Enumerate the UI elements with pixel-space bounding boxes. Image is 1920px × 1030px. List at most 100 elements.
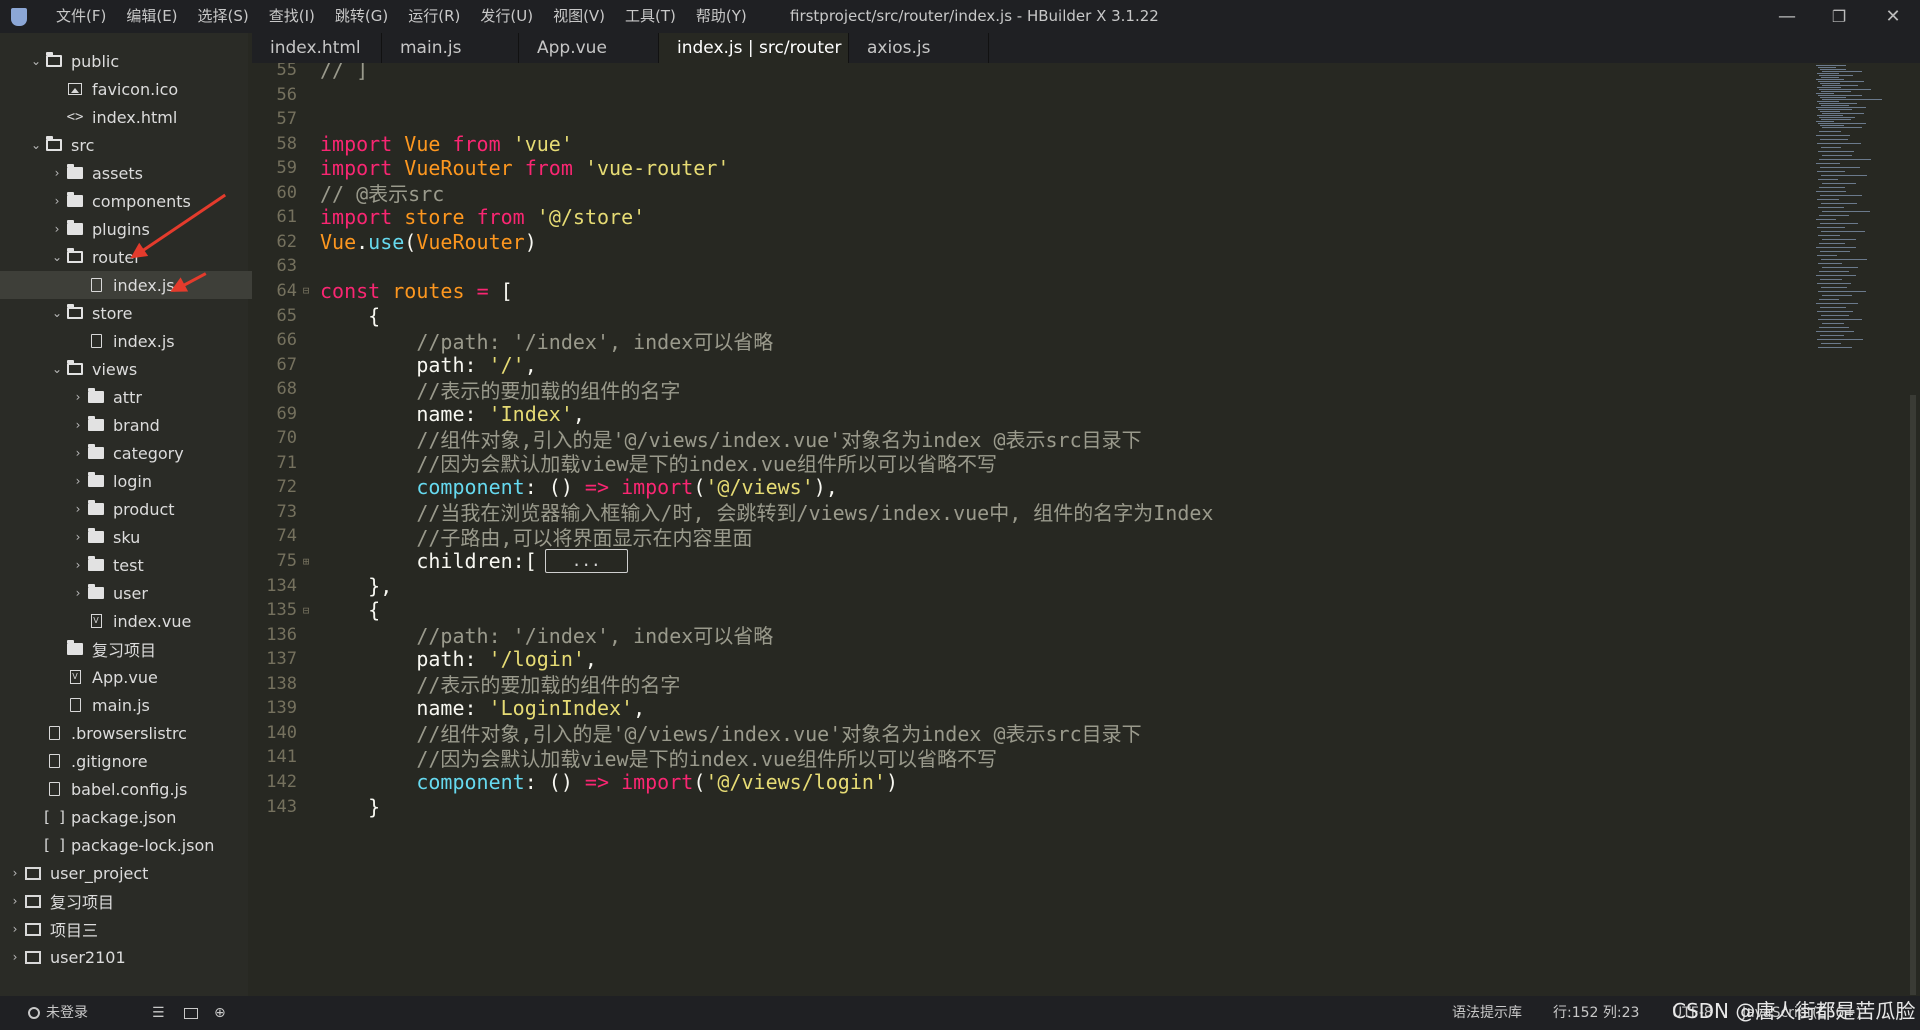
minimap-line bbox=[1820, 83, 1840, 84]
chevron-down-icon[interactable]: ⌄ bbox=[50, 362, 64, 376]
menu-item[interactable]: 视图(V) bbox=[543, 0, 615, 33]
minimap-line bbox=[1822, 183, 1856, 184]
minimap-line bbox=[1816, 93, 1834, 94]
minimap-line bbox=[1816, 79, 1844, 80]
syntax-hint-button[interactable]: 语法提示库 bbox=[1452, 996, 1522, 1030]
watermark: CSDN @唐人街都是苦瓜脸 bbox=[1672, 999, 1916, 1023]
code-text: { bbox=[320, 598, 381, 623]
minimap-line bbox=[1820, 69, 1846, 70]
tree-item[interactable]: babel.config.js bbox=[0, 775, 273, 803]
globe-icon[interactable]: ⊕ bbox=[214, 996, 226, 1030]
folder-shape bbox=[88, 472, 104, 487]
chevron-right-icon[interactable]: › bbox=[71, 530, 85, 544]
fold-toggle-icon[interactable]: ⊞ bbox=[297, 555, 315, 568]
tree-item[interactable]: › user_project bbox=[0, 859, 252, 887]
editor-tab[interactable]: index.js | src/router bbox=[659, 33, 849, 63]
chevron-right-icon[interactable]: › bbox=[71, 558, 85, 572]
cursor-position[interactable]: 行:152 列:23 bbox=[1553, 996, 1639, 1030]
chevron-right-icon[interactable]: › bbox=[50, 194, 64, 208]
tree-item[interactable]: › plugins bbox=[0, 215, 294, 243]
tree-item[interactable]: <> index.html bbox=[0, 103, 294, 131]
tree-item[interactable]: ⌄ public bbox=[0, 47, 273, 75]
chevron-right-icon[interactable]: › bbox=[50, 166, 64, 180]
line-number: 74 bbox=[276, 526, 297, 547]
code-line[interactable]: 143 } bbox=[252, 792, 1812, 822]
tree-item[interactable]: › user2101 bbox=[0, 943, 252, 971]
minimize-icon[interactable]: — bbox=[1762, 0, 1812, 33]
chevron-down-icon[interactable]: ⌄ bbox=[50, 306, 64, 320]
close-icon[interactable]: ✕ bbox=[1868, 0, 1918, 33]
menu-item[interactable]: 帮助(Y) bbox=[686, 0, 757, 33]
folded-code-placeholder[interactable]: ... bbox=[544, 549, 628, 573]
line-number: 60 bbox=[276, 182, 297, 203]
chevron-right-icon[interactable]: › bbox=[71, 586, 85, 600]
menu-item[interactable]: 编辑(E) bbox=[116, 0, 187, 33]
chevron-right-icon[interactable]: › bbox=[8, 922, 22, 936]
chevron-right-icon[interactable]: › bbox=[71, 446, 85, 460]
line-number: 58 bbox=[276, 133, 297, 154]
fold-toggle-icon[interactable]: ⊟ bbox=[297, 284, 315, 297]
minimap-line bbox=[1822, 323, 1844, 324]
tree-item[interactable]: ⌄ src bbox=[0, 131, 273, 159]
menu-item[interactable]: 查找(I) bbox=[259, 0, 325, 33]
tree-item[interactable]: 复习项目 bbox=[0, 635, 294, 663]
tree-item[interactable]: [ ] package.json bbox=[0, 803, 273, 831]
menu-item[interactable]: 选择(S) bbox=[188, 0, 259, 33]
fold-toggle-icon[interactable]: ⊟ bbox=[297, 604, 315, 617]
chevron-right-icon[interactable]: › bbox=[50, 222, 64, 236]
tree-item[interactable]: › 复习项目 bbox=[0, 887, 252, 915]
tree-item-label: user_project bbox=[50, 863, 149, 883]
folder-open-icon bbox=[43, 136, 65, 151]
list-icon[interactable]: ☰ bbox=[152, 996, 165, 1030]
minimap-line bbox=[1822, 211, 1870, 212]
menu-item[interactable]: 文件(F) bbox=[46, 0, 116, 33]
tree-item-label: main.js bbox=[92, 695, 150, 715]
tree-item[interactable]: [ ] package-lock.json bbox=[0, 831, 273, 859]
chevron-down-icon[interactable]: ⌄ bbox=[29, 138, 43, 152]
minimap-line bbox=[1820, 279, 1842, 280]
chevron-down-icon[interactable]: ⌄ bbox=[50, 250, 64, 264]
minimap-line bbox=[1819, 187, 1845, 188]
chevron-right-icon[interactable]: › bbox=[71, 418, 85, 432]
chevron-right-icon[interactable]: › bbox=[71, 474, 85, 488]
terminal-icon[interactable] bbox=[184, 996, 198, 1030]
tree-item[interactable]: main.js bbox=[0, 691, 294, 719]
minimap-line bbox=[1819, 103, 1857, 104]
tree-item[interactable]: favicon.ico bbox=[0, 75, 294, 103]
minimap-line bbox=[1820, 335, 1844, 336]
chevron-right-icon[interactable]: › bbox=[71, 390, 85, 404]
tree-item[interactable]: .gitignore bbox=[0, 747, 273, 775]
editor-tab[interactable]: index.html bbox=[252, 33, 382, 63]
code-editor[interactable]: 55// ] 56 57 58 import Vue from 'vue' 59 impor… bbox=[252, 63, 1812, 998]
chevron-right-icon[interactable]: › bbox=[8, 950, 22, 964]
editor-tab[interactable]: main.js bbox=[382, 33, 519, 63]
maximize-icon[interactable]: ❐ bbox=[1814, 0, 1864, 33]
folder-shape bbox=[67, 220, 83, 235]
chevron-right-icon[interactable]: › bbox=[8, 894, 22, 908]
minimap-line bbox=[1822, 99, 1882, 100]
tree-item[interactable]: › assets bbox=[0, 159, 294, 187]
menu-item[interactable]: 运行(R) bbox=[398, 0, 470, 33]
vertical-scrollbar[interactable] bbox=[1910, 395, 1916, 995]
menu-item[interactable]: 工具(T) bbox=[615, 0, 686, 33]
editor-tab[interactable]: axios.js bbox=[849, 33, 989, 63]
login-status[interactable]: 未登录 bbox=[28, 996, 88, 1030]
folder-shape bbox=[67, 640, 83, 655]
menu-item[interactable]: 发行(U) bbox=[470, 0, 543, 33]
tree-item[interactable]: › components bbox=[0, 187, 294, 215]
code-text: children:[ bbox=[320, 549, 537, 573]
minimap[interactable] bbox=[1812, 63, 1920, 998]
minimap-line bbox=[1822, 127, 1862, 128]
editor-tab[interactable]: App.vue bbox=[519, 33, 659, 63]
tree-item[interactable]: ⌄ store bbox=[0, 299, 294, 327]
folder-shape bbox=[88, 556, 104, 571]
chevron-right-icon[interactable]: › bbox=[71, 502, 85, 516]
chevron-down-icon[interactable]: ⌄ bbox=[29, 54, 43, 68]
tree-item[interactable]: › 项目三 bbox=[0, 915, 252, 943]
minimap-line bbox=[1818, 235, 1840, 236]
tree-item[interactable]: V App.vue bbox=[0, 663, 294, 691]
tree-item[interactable]: ⌄ views bbox=[0, 355, 294, 383]
menu-item[interactable]: 跳转(G) bbox=[325, 0, 398, 33]
tree-item[interactable]: .browserslistrc bbox=[0, 719, 273, 747]
chevron-right-icon[interactable]: › bbox=[8, 866, 22, 880]
